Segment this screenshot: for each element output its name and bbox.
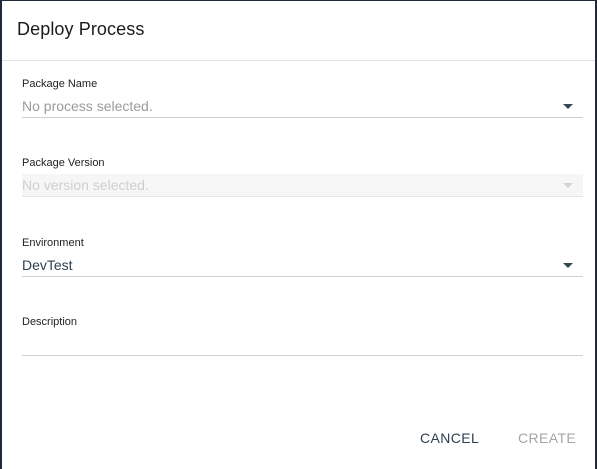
dialog-title: Deploy Process bbox=[17, 19, 145, 39]
chevron-down-icon[interactable] bbox=[563, 104, 573, 109]
package-name-placeholder: No process selected. bbox=[22, 98, 153, 114]
package-version-label: Package Version bbox=[22, 157, 105, 169]
dialog-header: Deploy Process bbox=[2, 1, 595, 61]
package-name-field: Package Name No process selected. bbox=[22, 77, 583, 118]
package-name-select[interactable]: No process selected. bbox=[22, 95, 583, 118]
package-version-placeholder: No version selected. bbox=[22, 177, 149, 193]
package-name-label: Package Name bbox=[22, 78, 98, 90]
package-version-select: No version selected. bbox=[22, 174, 583, 197]
description-label: Description bbox=[22, 316, 78, 328]
deploy-process-dialog: Deploy Process Package Name No process s… bbox=[0, 0, 597, 469]
description-input[interactable] bbox=[22, 333, 583, 355]
chevron-down-icon[interactable] bbox=[563, 263, 573, 268]
environment-value: DevTest bbox=[22, 257, 73, 273]
package-version-field: Package Version No version selected. bbox=[22, 156, 583, 197]
environment-field: Environment DevTest bbox=[22, 236, 583, 277]
description-input-wrapper bbox=[22, 333, 583, 356]
environment-select[interactable]: DevTest bbox=[22, 254, 583, 277]
environment-label: Environment bbox=[22, 237, 84, 249]
create-button[interactable]: CREATE bbox=[518, 429, 576, 447]
chevron-down-icon bbox=[563, 183, 573, 188]
cancel-button[interactable]: CANCEL bbox=[420, 429, 479, 447]
description-field: Description bbox=[22, 315, 583, 356]
